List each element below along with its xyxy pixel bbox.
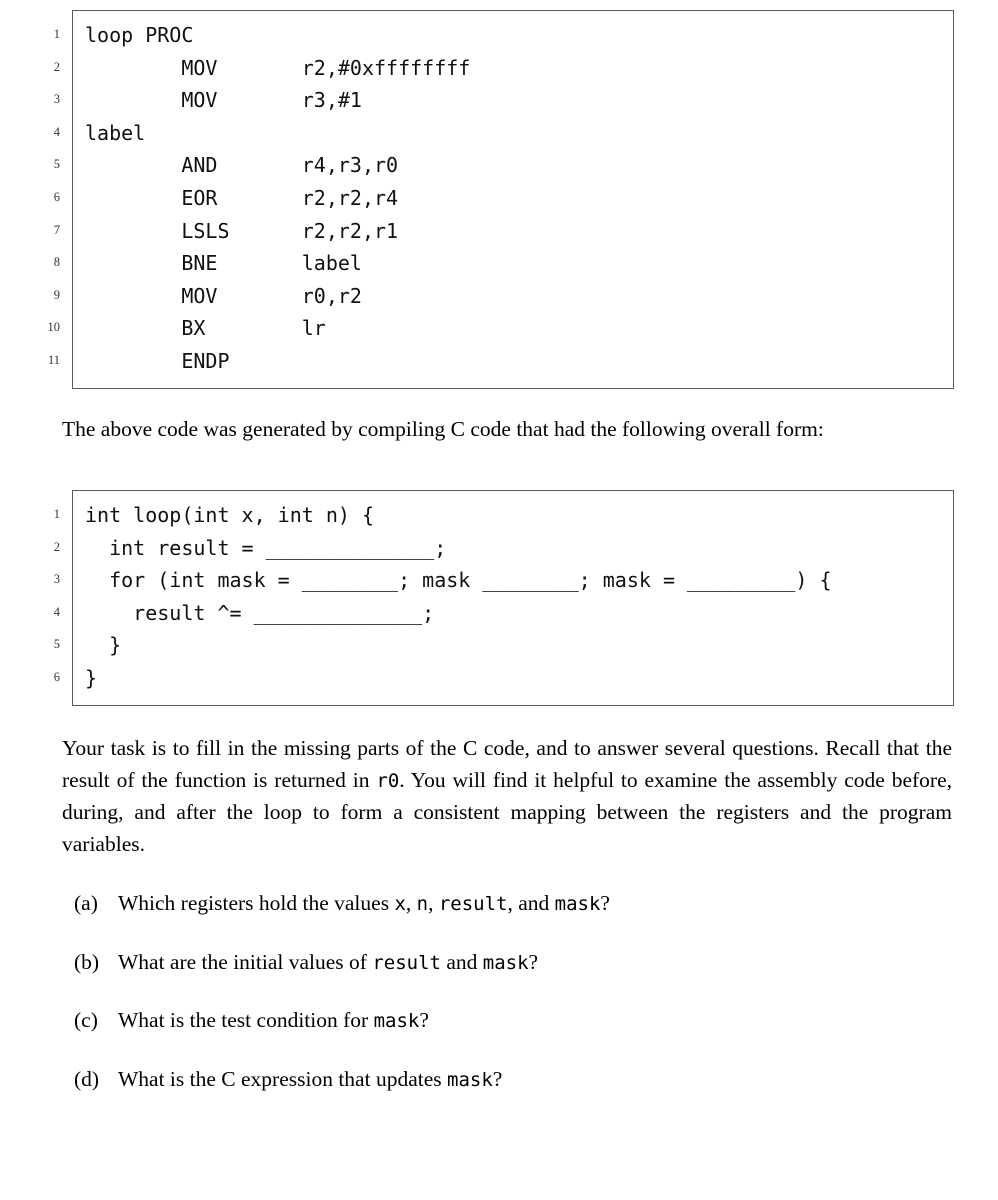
code-line: LSLS r2,r2,r1 xyxy=(85,218,399,243)
code-line-number: 2 xyxy=(53,59,60,74)
c-code-block: 1 2 3 4 5 6 int loop(int x, int n) { int resu… xyxy=(14,490,954,706)
assembly-code-lines: loop PROC MOV r2,#0xffffffff MOV r3,#1 la… xyxy=(73,11,953,388)
question-text: Which registers hold the values x, n, re… xyxy=(118,888,610,921)
code-line: EOR r2,r2,r4 xyxy=(85,185,399,210)
code-line-number: 2 xyxy=(53,539,60,554)
code-line: } xyxy=(85,633,122,658)
code-line: result ^= ______________; xyxy=(85,600,435,625)
intro-paragraph: The above code was generated by compilin… xyxy=(62,417,824,441)
code-line: int loop(int x, int n) { xyxy=(85,503,374,527)
code-term: mask xyxy=(482,951,529,974)
assembly-code-block: 1 2 3 4 5 6 7 8 9 10 11 loop PROC MOV r2,#0xffffff… xyxy=(14,10,954,389)
code-line-number: 10 xyxy=(47,320,61,335)
question-text-segment: , and xyxy=(507,891,555,915)
code-line-number: 9 xyxy=(53,287,60,302)
code-line-number: 4 xyxy=(53,604,60,619)
question-label: (a) xyxy=(74,891,98,915)
question-text-segment: What are the initial values of xyxy=(118,949,373,974)
question-list: (a) Which registers hold the values x, n,… xyxy=(62,888,952,1122)
c-line-numbers: 1 2 3 4 5 6 xyxy=(14,490,60,706)
question-label: (b) xyxy=(74,949,100,974)
code-term: mask xyxy=(373,1010,420,1032)
code-line: MOV r0,r2 xyxy=(85,283,362,308)
question-text-segment: , xyxy=(405,891,417,915)
question-text-segment: Which registers hold the values xyxy=(118,891,395,915)
code-line: } xyxy=(85,665,98,690)
code-line: BX lr xyxy=(85,316,326,341)
code-line-number: 5 xyxy=(53,157,60,172)
question-text: What is the C expression that updates ma… xyxy=(118,1064,502,1097)
code-line-number: 3 xyxy=(53,92,60,107)
question-text-segment: ? xyxy=(419,1008,429,1032)
code-line: MOV r2,#0xffffffff xyxy=(85,55,471,80)
question-item: (b) What are the initial values of result… xyxy=(62,947,952,980)
code-line-number: 6 xyxy=(53,669,60,684)
code-term: result xyxy=(438,893,508,915)
document-page: 1 2 3 4 5 6 7 8 9 10 11 loop PROC MOV r2,#0xffffff… xyxy=(0,0,998,1200)
question-text-segment: ? xyxy=(492,1066,503,1091)
code-term: mask xyxy=(554,893,601,915)
code-line: BNE label xyxy=(85,251,362,276)
question-text-segment: ? xyxy=(528,949,539,974)
code-line: AND r4,r3,r0 xyxy=(85,153,399,178)
code-line: loop PROC xyxy=(85,23,194,47)
register-r0-mention: r0 xyxy=(376,769,400,792)
code-line: int result = ______________; xyxy=(85,535,447,560)
assembly-code-frame: loop PROC MOV r2,#0xffffffff MOV r3,#1 la… xyxy=(72,10,954,389)
question-text-segment: and xyxy=(440,949,483,974)
question-item: (c) What is the test condition for mask? xyxy=(62,1005,952,1038)
question-label: (d) xyxy=(74,1066,100,1091)
code-line-number: 3 xyxy=(53,572,60,587)
question-text-segment: What is the test condition for xyxy=(118,1008,374,1032)
code-line-number: 1 xyxy=(53,507,60,521)
code-line-number: 11 xyxy=(47,352,60,367)
code-term: mask xyxy=(447,1068,493,1091)
question-item: (a) Which registers hold the values x, n,… xyxy=(62,888,952,921)
code-line: MOV r3,#1 xyxy=(85,88,362,113)
question-text-segment: ? xyxy=(600,891,610,915)
c-code-frame: int loop(int x, int n) { int result = __… xyxy=(72,490,954,706)
code-term: n xyxy=(416,893,429,915)
code-line-number: 4 xyxy=(53,124,60,139)
code-line: for (int mask = ________; mask ________;… xyxy=(85,568,832,593)
code-line: ENDP xyxy=(85,348,230,373)
code-line-number: 8 xyxy=(53,255,60,270)
code-line-number: 5 xyxy=(53,637,60,652)
code-line: label xyxy=(85,120,146,145)
task-paragraph: Your task is to fill in the missing part… xyxy=(62,733,952,860)
code-term: x xyxy=(394,893,406,915)
assembly-line-numbers: 1 2 3 4 5 6 7 8 9 10 11 xyxy=(14,10,61,389)
question-label: (c) xyxy=(74,1008,98,1032)
question-text-segment: , xyxy=(428,891,439,915)
c-code-lines: int loop(int x, int n) { int result = __… xyxy=(73,491,953,705)
question-item: (d) What is the C expression that updates… xyxy=(62,1064,952,1097)
code-line-number: 7 xyxy=(53,222,60,237)
code-line-number: 1 xyxy=(53,27,60,41)
code-term: result xyxy=(372,951,441,974)
question-text: What are the initial values of result an… xyxy=(118,947,538,980)
code-line-number: 6 xyxy=(53,189,60,204)
question-text-segment: What is the C expression that updates xyxy=(118,1066,447,1091)
question-text: What is the test condition for mask? xyxy=(118,1005,429,1038)
